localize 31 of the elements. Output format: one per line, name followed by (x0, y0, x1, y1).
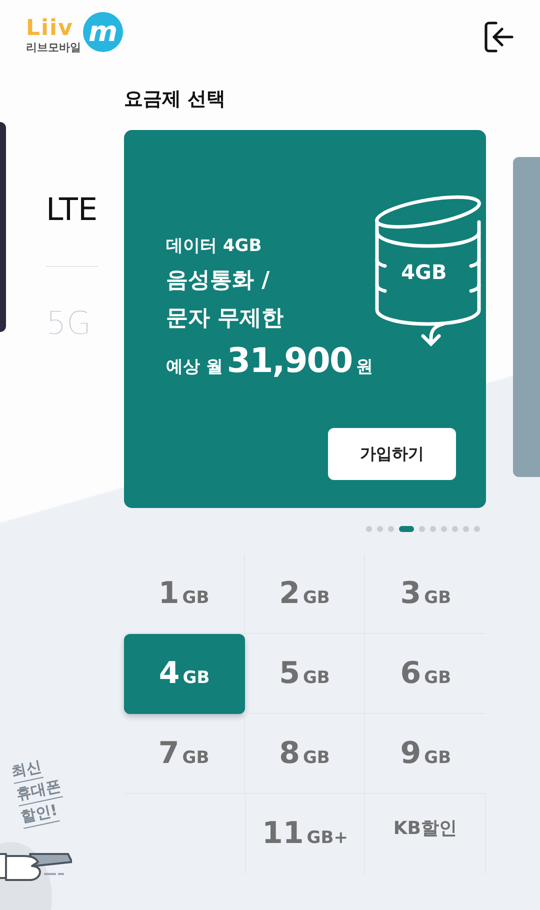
pager-dot[interactable] (430, 526, 436, 532)
pager-dot[interactable] (388, 526, 394, 532)
data-option[interactable]: 6 GB (365, 634, 486, 714)
data-option[interactable]: 4 GB (124, 634, 245, 714)
voice-text: 음성통화 / (166, 267, 271, 295)
data-option[interactable]: 5 GB (244, 634, 366, 714)
pager-dot[interactable] (452, 526, 458, 532)
data-text: 데이터 4GB (166, 235, 263, 257)
join-button[interactable]: 가입하기 (328, 428, 456, 480)
data-option[interactable]: 11 GB+ (244, 794, 366, 874)
exit-icon[interactable] (482, 20, 514, 54)
data-option[interactable]: KB할인 (365, 794, 486, 874)
price-prefix: 예상 월 (166, 356, 223, 378)
promo-text[interactable]: 최신 휴대폰 할인! (9, 752, 68, 829)
pager-dot[interactable] (377, 526, 383, 532)
network-tab[interactable]: LTE (46, 190, 100, 230)
pager-dot[interactable] (474, 526, 480, 532)
icon-label: 4GB (401, 260, 447, 284)
pager-dot[interactable] (463, 526, 469, 532)
price-unit: 원 (356, 356, 374, 378)
pager-dot[interactable] (419, 526, 425, 532)
pager-dot[interactable] (366, 526, 372, 532)
data-option[interactable]: 7 GB (124, 714, 245, 794)
sms-text: 문자 무제한 (166, 305, 285, 333)
pager-dot[interactable] (441, 526, 447, 532)
data-option[interactable]: 8 GB (244, 714, 366, 794)
section-title: 요금제 선택 (124, 87, 227, 112)
price: 31,900 (226, 341, 352, 381)
data-option[interactable]: 3 GB (365, 554, 486, 634)
data-option[interactable]: 2 GB (244, 554, 366, 634)
data-option[interactable]: 9 GB (365, 714, 486, 794)
